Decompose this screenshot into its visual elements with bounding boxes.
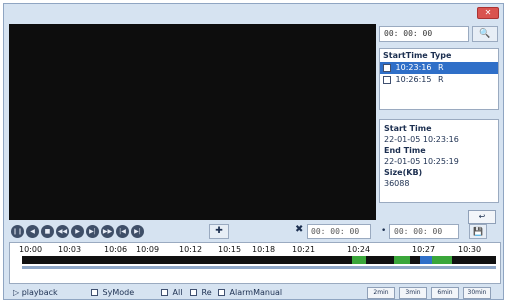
playback-mode[interactable]: ▷ playback [13, 287, 58, 299]
timeline[interactable]: 10:00 10:03 10:06 10:09 10:12 10:15 10:1… [9, 242, 501, 284]
record-checkbox[interactable] [383, 75, 391, 84]
size-value: 36088 [384, 179, 410, 188]
alarm-manual-option[interactable]: AlarmManual [218, 287, 282, 299]
time-separator: • [381, 226, 387, 236]
close-button[interactable]: ✕ [477, 7, 499, 19]
re-option[interactable]: Re [190, 287, 212, 299]
expand-icon: ▷ [13, 288, 20, 297]
start-time-value: 22-01-05 10:23:16 [384, 135, 459, 144]
step-back-icon[interactable]: ◀ [26, 225, 39, 238]
clip-end-time-field[interactable]: 00: 00: 00 [389, 224, 459, 239]
timeline-segment[interactable] [432, 256, 452, 264]
size-label: Size(KB) [384, 168, 423, 177]
record-type: R [438, 75, 444, 84]
record-row[interactable]: 10:26:15 R [380, 74, 498, 86]
save-icon[interactable]: 💾 [469, 224, 487, 239]
time-search-input[interactable]: 00: 00: 00 [379, 26, 469, 42]
move-icon[interactable]: ✚ [209, 224, 229, 239]
record-type: R [438, 63, 444, 72]
record-list: StartTime Type 10:23:16 R 10:26:15 R [379, 48, 499, 110]
timeline-tick: 10:03 [58, 245, 82, 254]
end-time-value: 22-01-05 10:25:19 [384, 157, 459, 166]
zoom-30min-button[interactable]: 30min [463, 287, 491, 299]
all-checkbox[interactable] [161, 289, 168, 296]
timeline-tick: 10:21 [292, 245, 316, 254]
timeline-scroll-track[interactable] [22, 266, 496, 269]
record-time: 10:23:16 [395, 63, 432, 72]
back-icon[interactable]: ↩ [468, 210, 496, 224]
record-row[interactable]: 10:23:16 R [380, 62, 498, 74]
symode-checkbox[interactable] [91, 289, 98, 296]
timeline-tick: 10:18 [252, 245, 276, 254]
timeline-segment[interactable] [394, 256, 410, 264]
cut-icon[interactable]: ✖ [295, 224, 303, 235]
record-time: 10:26:15 [395, 75, 432, 84]
timeline-tick: 10:00 [19, 245, 43, 254]
all-option[interactable]: All [161, 287, 182, 299]
timeline-tick: 10:30 [458, 245, 482, 254]
stop-icon[interactable]: ■ [41, 225, 54, 238]
re-label: Re [201, 288, 212, 297]
alarm-manual-checkbox[interactable] [218, 289, 225, 296]
end-time-label: End Time [384, 146, 426, 155]
fast-icon[interactable]: ▶▶ [101, 225, 114, 238]
timeline-tick: 10:06 [104, 245, 128, 254]
next-icon[interactable]: ▶| [131, 225, 144, 238]
timeline-segment[interactable] [420, 256, 432, 264]
playback-controls: ❙❙ ◀ ■ ◀◀ ▶ ▶| ▶▶ |◀ ▶| ✚ ✖ 00: 00: 00 •… [9, 224, 501, 240]
alarm-manual-label: AlarmManual [229, 288, 283, 297]
zoom-6min-button[interactable]: 6min [431, 287, 459, 299]
step-forward-icon[interactable]: ▶| [86, 225, 99, 238]
right-panel: 00: 00: 00 🔍 StartTime Type 10:23:16 R 1… [379, 24, 499, 234]
status-bar: ▷ playback SyMode All Re AlarmManual 2mi… [9, 287, 501, 299]
record-list-header: StartTime Type [383, 51, 452, 60]
symode-label: SyMode [102, 288, 135, 297]
timeline-tick: 10:12 [179, 245, 203, 254]
zoom-2min-button[interactable]: 2min [367, 287, 395, 299]
timeline-tick: 10:09 [136, 245, 160, 254]
pause-icon[interactable]: ❙❙ [11, 225, 24, 238]
timeline-segment[interactable] [352, 256, 366, 264]
record-checkbox[interactable] [383, 63, 391, 72]
symode-option[interactable]: SyMode [91, 287, 134, 299]
playback-label: playback [21, 288, 58, 297]
search-row: 00: 00: 00 🔍 [379, 26, 499, 44]
start-time-label: Start Time [384, 124, 432, 133]
play-icon[interactable]: ▶ [71, 225, 84, 238]
previous-icon[interactable]: |◀ [116, 225, 129, 238]
clip-start-time-field[interactable]: 00: 00: 00 [307, 224, 371, 239]
search-icon[interactable]: 🔍 [472, 26, 498, 42]
zoom-3min-button[interactable]: 3min [399, 287, 427, 299]
timeline-track[interactable] [22, 256, 496, 264]
re-checkbox[interactable] [190, 289, 197, 296]
slow-icon[interactable]: ◀◀ [56, 225, 69, 238]
video-display[interactable] [9, 24, 376, 220]
timeline-tick: 10:24 [347, 245, 371, 254]
playback-window: ✕ 00: 00: 00 🔍 StartTime Type 10:23:16 R… [3, 3, 504, 300]
all-label: All [172, 288, 183, 297]
record-info-panel: Start Time 22-01-05 10:23:16 End Time 22… [379, 119, 499, 203]
timeline-tick: 10:27 [412, 245, 436, 254]
timeline-tick: 10:15 [218, 245, 242, 254]
